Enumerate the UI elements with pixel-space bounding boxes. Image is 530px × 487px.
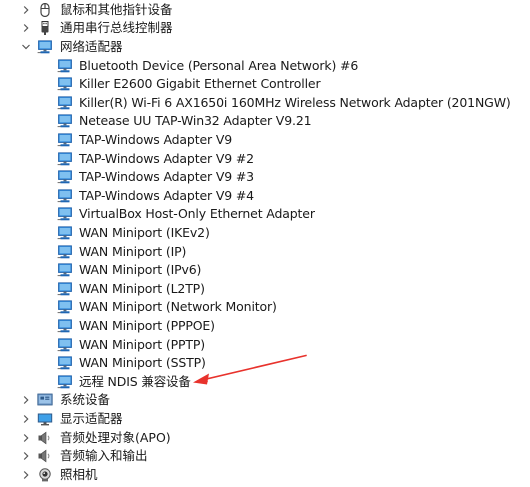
chevron-right-icon[interactable] [20, 449, 32, 463]
network-adapter-item[interactable]: WAN Miniport (Network Monitor) [0, 298, 530, 317]
adapter-label: 远程 NDIS 兼容设备 [79, 373, 191, 389]
network-adapter-item[interactable]: VirtualBox Host-Only Ethernet Adapter [0, 205, 530, 224]
adapter-label: WAN Miniport (L2TP) [79, 280, 205, 296]
mouse-icon [37, 2, 53, 17]
system-devices-icon [37, 393, 53, 407]
network-adapter-item[interactable]: WAN Miniport (IKEv2) [0, 224, 530, 243]
category-label: 鼠标和其他指针设备 [60, 1, 173, 17]
adapter-label: WAN Miniport (IP) [79, 243, 187, 259]
network-adapter-item[interactable]: WAN Miniport (PPTP) [0, 335, 530, 354]
usb-plug-icon [37, 21, 53, 36]
category-label: 通用串行总线控制器 [60, 20, 173, 36]
network-adapter-item[interactable]: 远程 NDIS 兼容设备 [0, 373, 530, 392]
chevron-right-icon[interactable] [20, 412, 32, 426]
adapter-label: TAP-Windows Adapter V9 #4 [79, 187, 254, 203]
network-adapter-icon [57, 282, 73, 296]
adapter-label: Netease UU TAP-Win32 Adapter V9.21 [79, 113, 312, 129]
adapter-label: WAN Miniport (IKEv2) [79, 224, 210, 240]
network-adapter-item[interactable]: Bluetooth Device (Personal Area Network)… [0, 56, 530, 75]
adapter-label: WAN Miniport (PPTP) [79, 336, 205, 352]
network-adapter-item[interactable]: Killer E2600 Gigabit Ethernet Controller [0, 75, 530, 94]
adapter-label: TAP-Windows Adapter V9 [79, 131, 233, 147]
network-adapter-icon [57, 170, 73, 184]
network-adapter-icon [57, 207, 73, 221]
network-adapter-item[interactable]: TAP-Windows Adapter V9 #2 [0, 149, 530, 168]
camera-icon [37, 468, 53, 482]
chevron-right-icon[interactable] [20, 468, 32, 482]
chevron-right-icon[interactable] [20, 21, 32, 35]
network-adapter-icon [57, 151, 73, 166]
network-adapter-icon [57, 263, 73, 277]
category-cameras[interactable]: 照相机 [0, 466, 530, 485]
adapter-label: Bluetooth Device (Personal Area Network)… [79, 57, 359, 73]
speaker-icon [37, 449, 53, 463]
adapter-label: WAN Miniport (Network Monitor) [79, 299, 277, 315]
speaker-icon [37, 431, 53, 445]
adapter-label: TAP-Windows Adapter V9 #3 [79, 169, 254, 185]
network-adapter-item[interactable]: TAP-Windows Adapter V9 [0, 131, 530, 150]
network-adapter-item[interactable]: TAP-Windows Adapter V9 #3 [0, 168, 530, 187]
network-adapter-item[interactable]: Killer(R) Wi-Fi 6 AX1650i 160MHz Wireles… [0, 94, 530, 113]
category-label: 系统设备 [60, 392, 111, 408]
adapter-label: WAN Miniport (SSTP) [79, 355, 206, 371]
category-mice[interactable]: 鼠标和其他指针设备 [0, 1, 530, 20]
category-usb-controllers[interactable]: 通用串行总线控制器 [0, 19, 530, 38]
network-adapter-icon [57, 58, 73, 73]
category-label: 音频处理对象(APO) [60, 429, 171, 445]
category-label: 音频输入和输出 [60, 448, 148, 464]
network-adapter-icon [57, 226, 73, 240]
network-adapter-icon [57, 375, 73, 389]
network-adapter-icon [57, 337, 73, 352]
category-audio-processing-objects[interactable]: 音频处理对象(APO) [0, 428, 530, 447]
network-adapter-item[interactable]: TAP-Windows Adapter V9 #4 [0, 187, 530, 206]
chevron-right-icon[interactable] [20, 393, 32, 407]
category-label: 照相机 [60, 466, 98, 482]
network-adapter-icon [37, 40, 53, 54]
adapter-label: Killer(R) Wi-Fi 6 AX1650i 160MHz Wireles… [79, 94, 511, 110]
category-network-adapters[interactable]: 网络适配器 [0, 38, 530, 57]
display-adapter-icon [37, 412, 53, 426]
network-adapter-icon [57, 300, 73, 314]
network-adapter-item[interactable]: WAN Miniport (IPv6) [0, 261, 530, 280]
network-adapter-icon [57, 319, 73, 333]
network-adapter-item[interactable]: WAN Miniport (IP) [0, 242, 530, 261]
network-adapter-item[interactable]: WAN Miniport (SSTP) [0, 354, 530, 373]
adapter-label: WAN Miniport (IPv6) [79, 262, 202, 278]
category-display-adapters[interactable]: 显示适配器 [0, 410, 530, 429]
adapter-label: VirtualBox Host-Only Ethernet Adapter [79, 206, 315, 222]
adapter-label: TAP-Windows Adapter V9 #2 [79, 150, 254, 166]
network-adapter-icon [57, 133, 73, 147]
network-adapter-icon [57, 356, 73, 370]
chevron-down-icon[interactable] [20, 40, 32, 54]
network-adapter-icon [57, 77, 73, 91]
category-audio-inputs-outputs[interactable]: 音频输入和输出 [0, 447, 530, 466]
network-adapter-item[interactable]: WAN Miniport (PPPOE) [0, 317, 530, 336]
category-label: 网络适配器 [60, 38, 123, 54]
network-adapter-icon [57, 114, 73, 128]
category-label: 显示适配器 [60, 410, 123, 426]
network-adapter-icon [57, 189, 73, 203]
adapter-label: Killer E2600 Gigabit Ethernet Controller [79, 76, 321, 92]
device-tree: 鼠标和其他指针设备 通用串行总线控制器 网络适配器 Bluetooth Device … [0, 0, 530, 487]
network-adapter-icon [57, 96, 73, 110]
network-adapter-item[interactable]: WAN Miniport (L2TP) [0, 280, 530, 299]
network-adapter-item[interactable]: Netease UU TAP-Win32 Adapter V9.21 [0, 112, 530, 131]
category-system-devices[interactable]: 系统设备 [0, 391, 530, 410]
adapter-label: WAN Miniport (PPPOE) [79, 317, 215, 333]
network-adapter-icon [57, 244, 73, 259]
chevron-right-icon[interactable] [20, 3, 32, 17]
chevron-right-icon[interactable] [20, 431, 32, 445]
